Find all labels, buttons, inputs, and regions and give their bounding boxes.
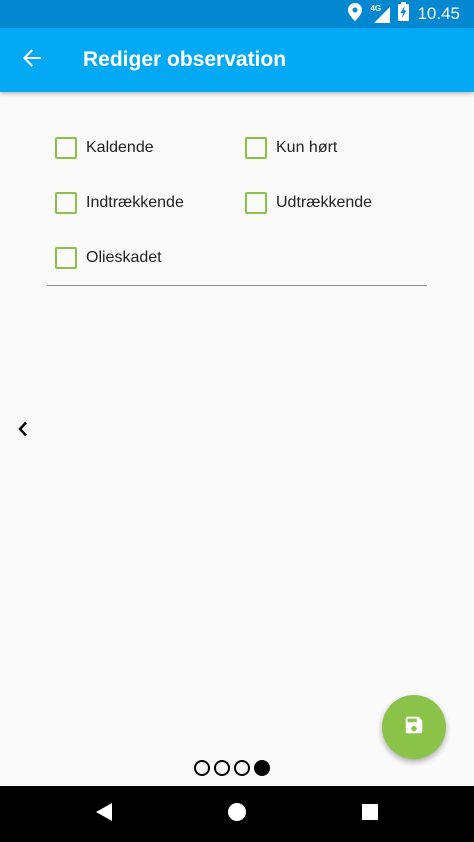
checkbox-kaldende[interactable]: Kaldende bbox=[55, 137, 154, 159]
checkbox-box[interactable] bbox=[245, 192, 267, 214]
home-circle-icon bbox=[227, 802, 247, 827]
checkbox-label: Indtrækkende bbox=[86, 194, 184, 211]
checkbox-box[interactable] bbox=[245, 137, 267, 159]
page-dot[interactable] bbox=[194, 760, 210, 776]
page-title: Rediger observation bbox=[83, 48, 287, 71]
status-time: 10.45 bbox=[417, 4, 460, 23]
checkbox-box[interactable] bbox=[55, 137, 77, 159]
chevron-left-icon bbox=[17, 421, 29, 442]
previous-page-button[interactable] bbox=[10, 418, 36, 444]
battery-charging-icon bbox=[398, 2, 410, 26]
recents-square-icon bbox=[361, 803, 379, 826]
back-button[interactable] bbox=[12, 40, 52, 80]
checkbox-kun-hoert[interactable]: Kun hørt bbox=[245, 137, 337, 159]
signal-icon: 4G bbox=[370, 4, 391, 23]
location-icon bbox=[348, 2, 363, 26]
checkbox-box[interactable] bbox=[55, 192, 77, 214]
save-button[interactable] bbox=[382, 695, 446, 759]
checkbox-indtraekkende[interactable]: Indtrækkende bbox=[55, 192, 184, 214]
page-dot-active[interactable] bbox=[254, 760, 270, 776]
page-dot[interactable] bbox=[234, 760, 250, 776]
checkbox-label: Udtrækkende bbox=[276, 194, 373, 211]
checkbox-udtraekkende[interactable]: Udtrækkende bbox=[245, 192, 372, 214]
app-bar: Rediger observation bbox=[0, 28, 474, 92]
checkbox-olieskadet[interactable]: Olieskadet bbox=[55, 247, 162, 269]
page-indicator bbox=[194, 760, 270, 776]
save-icon bbox=[403, 714, 425, 741]
navigation-bar bbox=[0, 786, 474, 842]
status-icons: 4G 10.45 bbox=[348, 0, 460, 28]
back-triangle-icon bbox=[95, 802, 113, 827]
nav-back-button[interactable] bbox=[76, 786, 132, 842]
page-dot[interactable] bbox=[214, 760, 230, 776]
status-bar: 4G 10.45 bbox=[0, 0, 474, 28]
checkbox-label: Kaldende bbox=[86, 139, 154, 156]
nav-home-button[interactable] bbox=[209, 786, 265, 842]
checkbox-label: Kun hørt bbox=[276, 139, 338, 156]
checkbox-box[interactable] bbox=[55, 247, 77, 269]
checkbox-label: Olieskadet bbox=[86, 249, 162, 266]
nav-recents-button[interactable] bbox=[342, 786, 398, 842]
arrow-left-icon bbox=[22, 48, 42, 73]
divider bbox=[47, 285, 427, 286]
